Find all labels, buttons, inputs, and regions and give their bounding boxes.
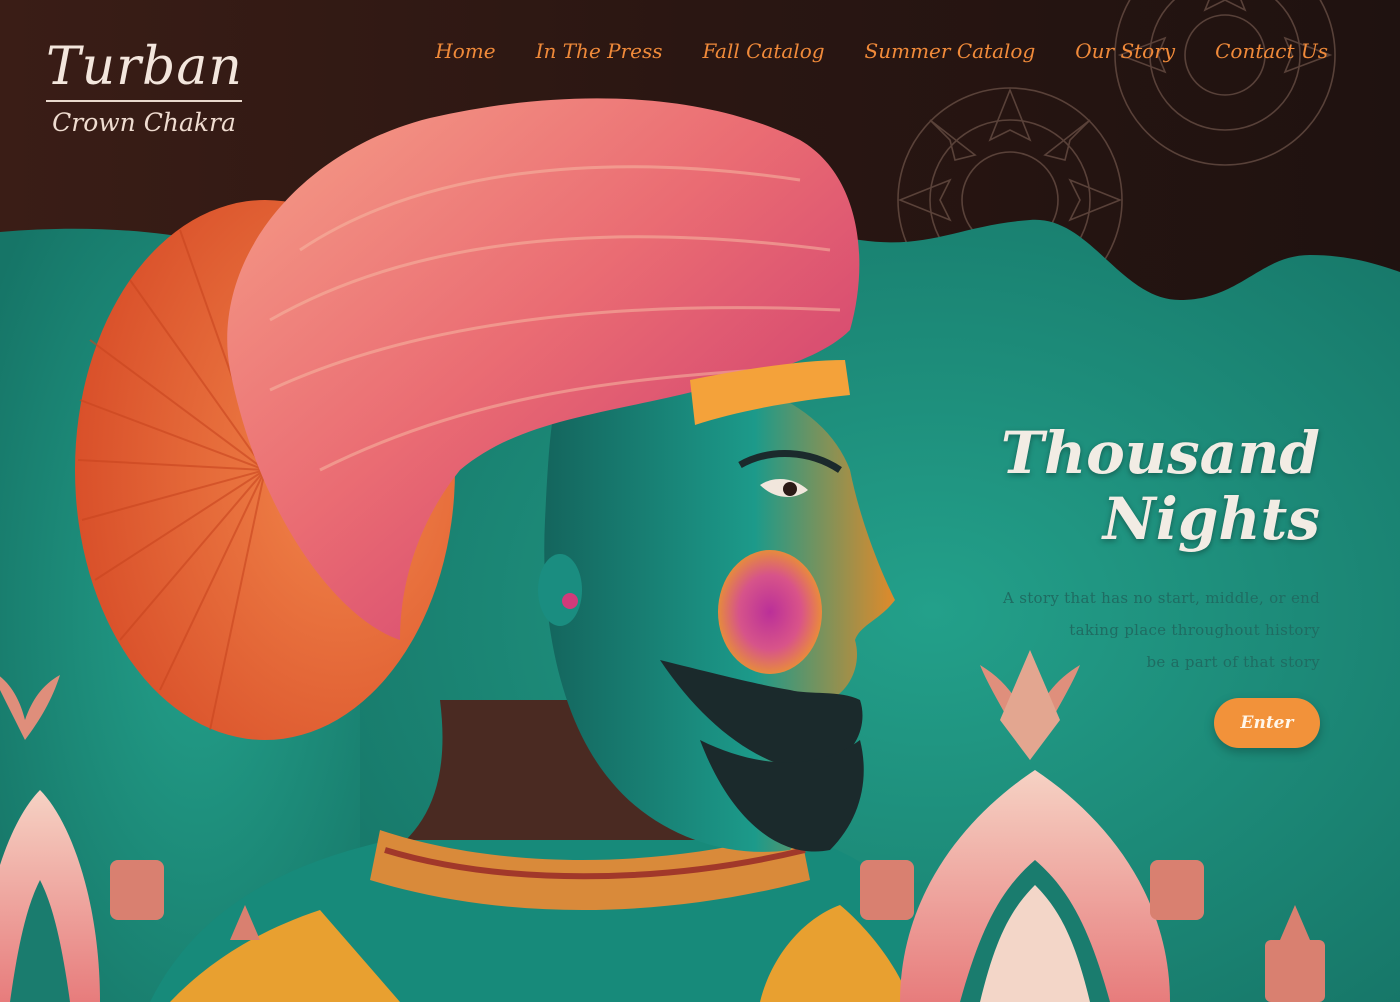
brand-title: Turban (46, 37, 243, 97)
tagline-line-3: be a part of that story (1146, 653, 1320, 671)
nav-summer-catalog[interactable]: Summer Catalog (865, 36, 1036, 66)
brand-subtitle: Crown Chakra (52, 108, 236, 137)
nav-home[interactable]: Home (435, 36, 495, 66)
brand-divider (46, 100, 242, 102)
nav-fall-catalog[interactable]: Fall Catalog (703, 36, 825, 66)
enter-button[interactable]: Enter (1214, 698, 1320, 748)
hero-title-line2: Nights (1102, 485, 1320, 553)
tagline-line-1: A story that has no start, middle, or en… (1003, 589, 1320, 607)
hero-content: Thousand Nights A story that has no star… (860, 420, 1320, 748)
nav-our-story[interactable]: Our Story (1075, 36, 1175, 66)
hero-stage: Turban Crown Chakra Home In The Press Fa… (0, 0, 1400, 1002)
tagline-line-2: taking place throughout history (1069, 621, 1320, 639)
hero-title-line1: Thousand (1000, 419, 1320, 487)
nav-in-the-press[interactable]: In The Press (536, 36, 663, 66)
hero-title: Thousand Nights (860, 420, 1320, 552)
main-nav: Home In The Press Fall Catalog Summer Ca… (435, 36, 1328, 66)
brand-logo[interactable]: Turban Crown Chakra (46, 38, 242, 138)
hero-tagline: A story that has no start, middle, or en… (860, 582, 1320, 678)
nav-contact-us[interactable]: Contact Us (1215, 36, 1328, 66)
